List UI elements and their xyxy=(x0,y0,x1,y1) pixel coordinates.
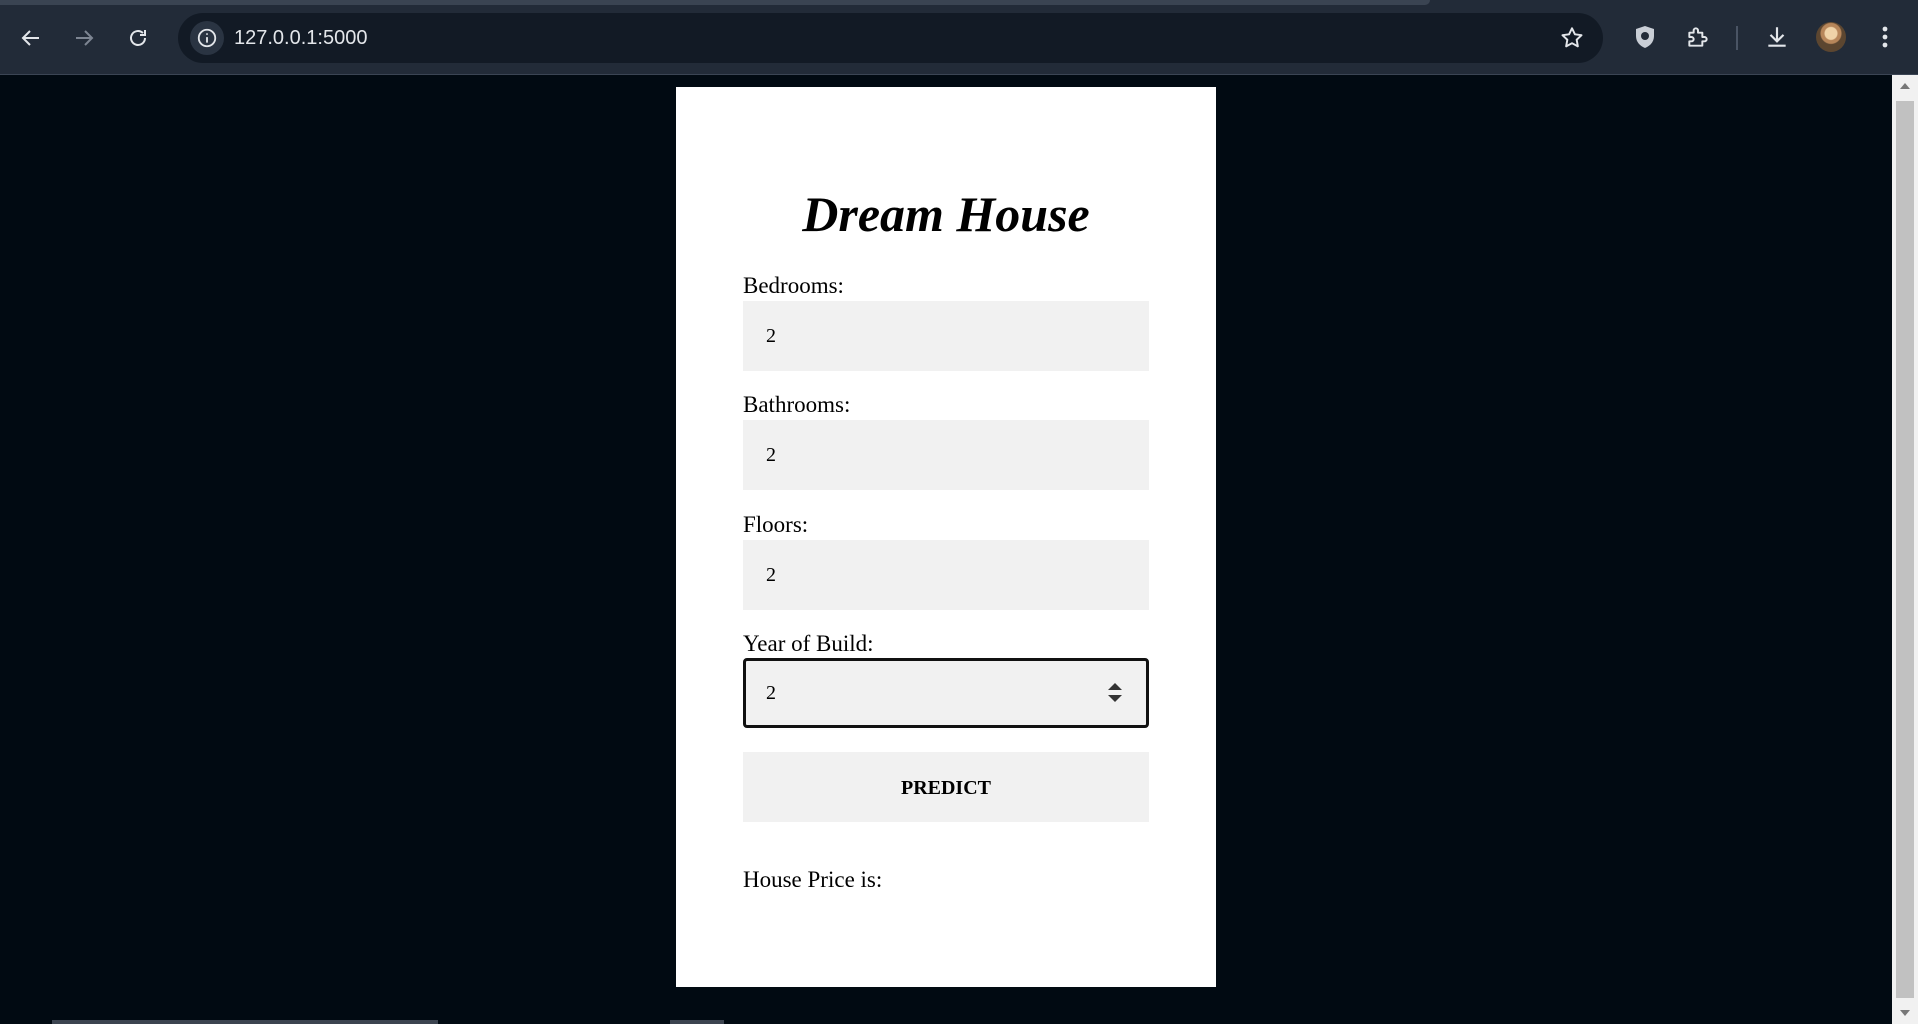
forward-arrow-icon[interactable] xyxy=(66,20,102,56)
scroll-up-arrow-icon[interactable] xyxy=(1900,83,1910,89)
bathrooms-input[interactable]: 2 xyxy=(743,420,1149,490)
bathrooms-label: Bathrooms: xyxy=(743,392,851,417)
year-of-build-value: 2 xyxy=(766,682,776,704)
number-spinner-icon[interactable] xyxy=(1108,683,1122,703)
scrollbar-thumb[interactable] xyxy=(1896,101,1914,998)
year-of-build-input[interactable]: 2 xyxy=(743,658,1149,728)
house-price-result: House Price is: xyxy=(743,867,883,892)
toolbar-divider xyxy=(1736,26,1738,50)
spinner-up-icon[interactable] xyxy=(1108,683,1122,690)
page-title: Dream House xyxy=(802,186,1090,242)
bedrooms-label: Bedrooms: xyxy=(743,273,844,298)
site-info-icon[interactable] xyxy=(190,21,224,55)
floors-value: 2 xyxy=(766,564,776,586)
tab-strip xyxy=(0,0,1430,5)
floors-label: Floors: xyxy=(743,512,809,537)
more-menu-icon[interactable] xyxy=(1870,22,1900,52)
bathrooms-value: 2 xyxy=(766,444,776,466)
year-of-build-label: Year of Build: xyxy=(743,631,874,656)
predict-button[interactable]: PREDICT xyxy=(743,752,1149,822)
back-arrow-icon[interactable] xyxy=(13,20,49,56)
address-bar[interactable]: 127.0.0.1:5000 xyxy=(178,13,1603,63)
download-icon[interactable] xyxy=(1762,22,1792,52)
bookmark-star-icon[interactable] xyxy=(1559,25,1585,51)
vertical-scrollbar[interactable] xyxy=(1892,75,1918,1024)
url-text[interactable]: 127.0.0.1:5000 xyxy=(234,13,367,63)
reload-icon[interactable] xyxy=(120,20,156,56)
prediction-form-card: Dream House Bedrooms: 2 Bathrooms: 2 Flo… xyxy=(676,87,1216,987)
horizontal-scroll-indicator-secondary xyxy=(670,1020,724,1024)
shield-extension-icon[interactable] xyxy=(1630,22,1660,52)
floors-input[interactable]: 2 xyxy=(743,540,1149,610)
scroll-down-arrow-icon[interactable] xyxy=(1900,1010,1910,1016)
profile-avatar[interactable] xyxy=(1816,22,1846,52)
browser-toolbar: 127.0.0.1:5000 xyxy=(0,0,1918,75)
extensions-puzzle-icon[interactable] xyxy=(1683,22,1713,52)
bedrooms-input[interactable]: 2 xyxy=(743,301,1149,371)
horizontal-scroll-indicator xyxy=(52,1020,438,1024)
spinner-down-icon[interactable] xyxy=(1108,695,1122,702)
bedrooms-value: 2 xyxy=(766,325,776,347)
